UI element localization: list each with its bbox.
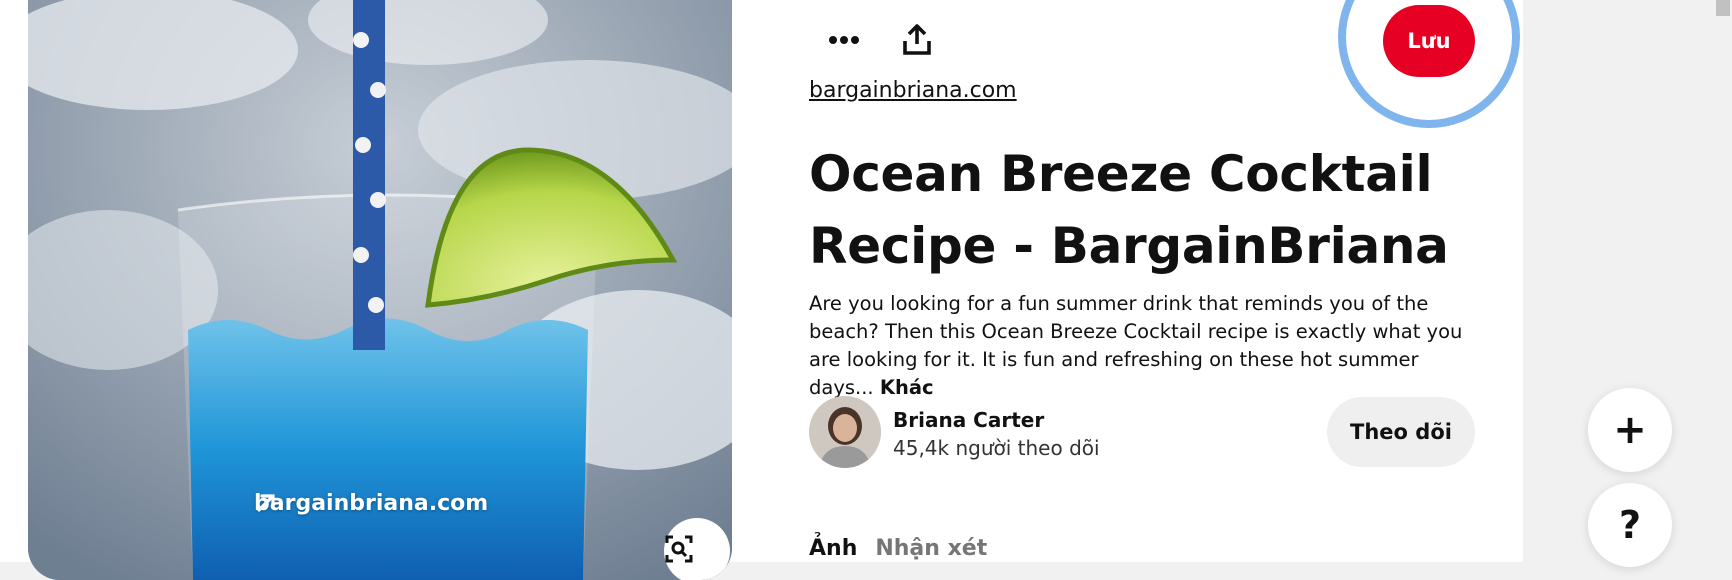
author-name[interactable]: Briana Carter <box>893 408 1044 432</box>
author-avatar[interactable] <box>809 396 881 468</box>
pin-card: bargainbriana.com Lưu bargainbriana.com … <box>0 0 1523 580</box>
follow-button[interactable]: Theo dõi <box>1327 397 1475 467</box>
share-button[interactable] <box>891 14 943 66</box>
more-link[interactable]: Khác <box>880 376 934 399</box>
image-source-overlay[interactable]: bargainbriana.com <box>254 491 488 516</box>
add-button[interactable]: + <box>1588 388 1672 472</box>
more-options-button[interactable] <box>818 14 870 66</box>
share-upload-icon <box>903 24 931 55</box>
pin-title: Ocean Breeze Cocktail Recipe - BargainBr… <box>809 145 1449 275</box>
arrow-up-right-icon <box>257 494 275 512</box>
tab-photos[interactable]: Ảnh <box>809 536 857 561</box>
help-button[interactable]: ? <box>1588 483 1672 567</box>
scrollbar-thumb[interactable] <box>1716 0 1730 16</box>
save-button[interactable]: Lưu <box>1383 5 1475 77</box>
overlay-source-text: bargainbriana.com <box>254 491 489 516</box>
tab-comments[interactable]: Nhận xét <box>875 536 987 561</box>
more-horizontal-icon <box>829 36 859 44</box>
visual-search-button[interactable] <box>664 518 730 580</box>
pin-image[interactable]: bargainbriana.com <box>28 0 732 580</box>
scrollbar[interactable] <box>1712 0 1732 562</box>
avatar-image <box>809 396 881 468</box>
visual-search-icon <box>665 535 693 563</box>
source-link[interactable]: bargainbriana.com <box>809 78 1017 103</box>
pin-description: Are you looking for a fun summer drink t… <box>809 290 1479 402</box>
pin-tabs: Ảnh Nhận xét <box>809 536 987 561</box>
follower-count: 45,4k người theo dõi <box>893 436 1100 460</box>
